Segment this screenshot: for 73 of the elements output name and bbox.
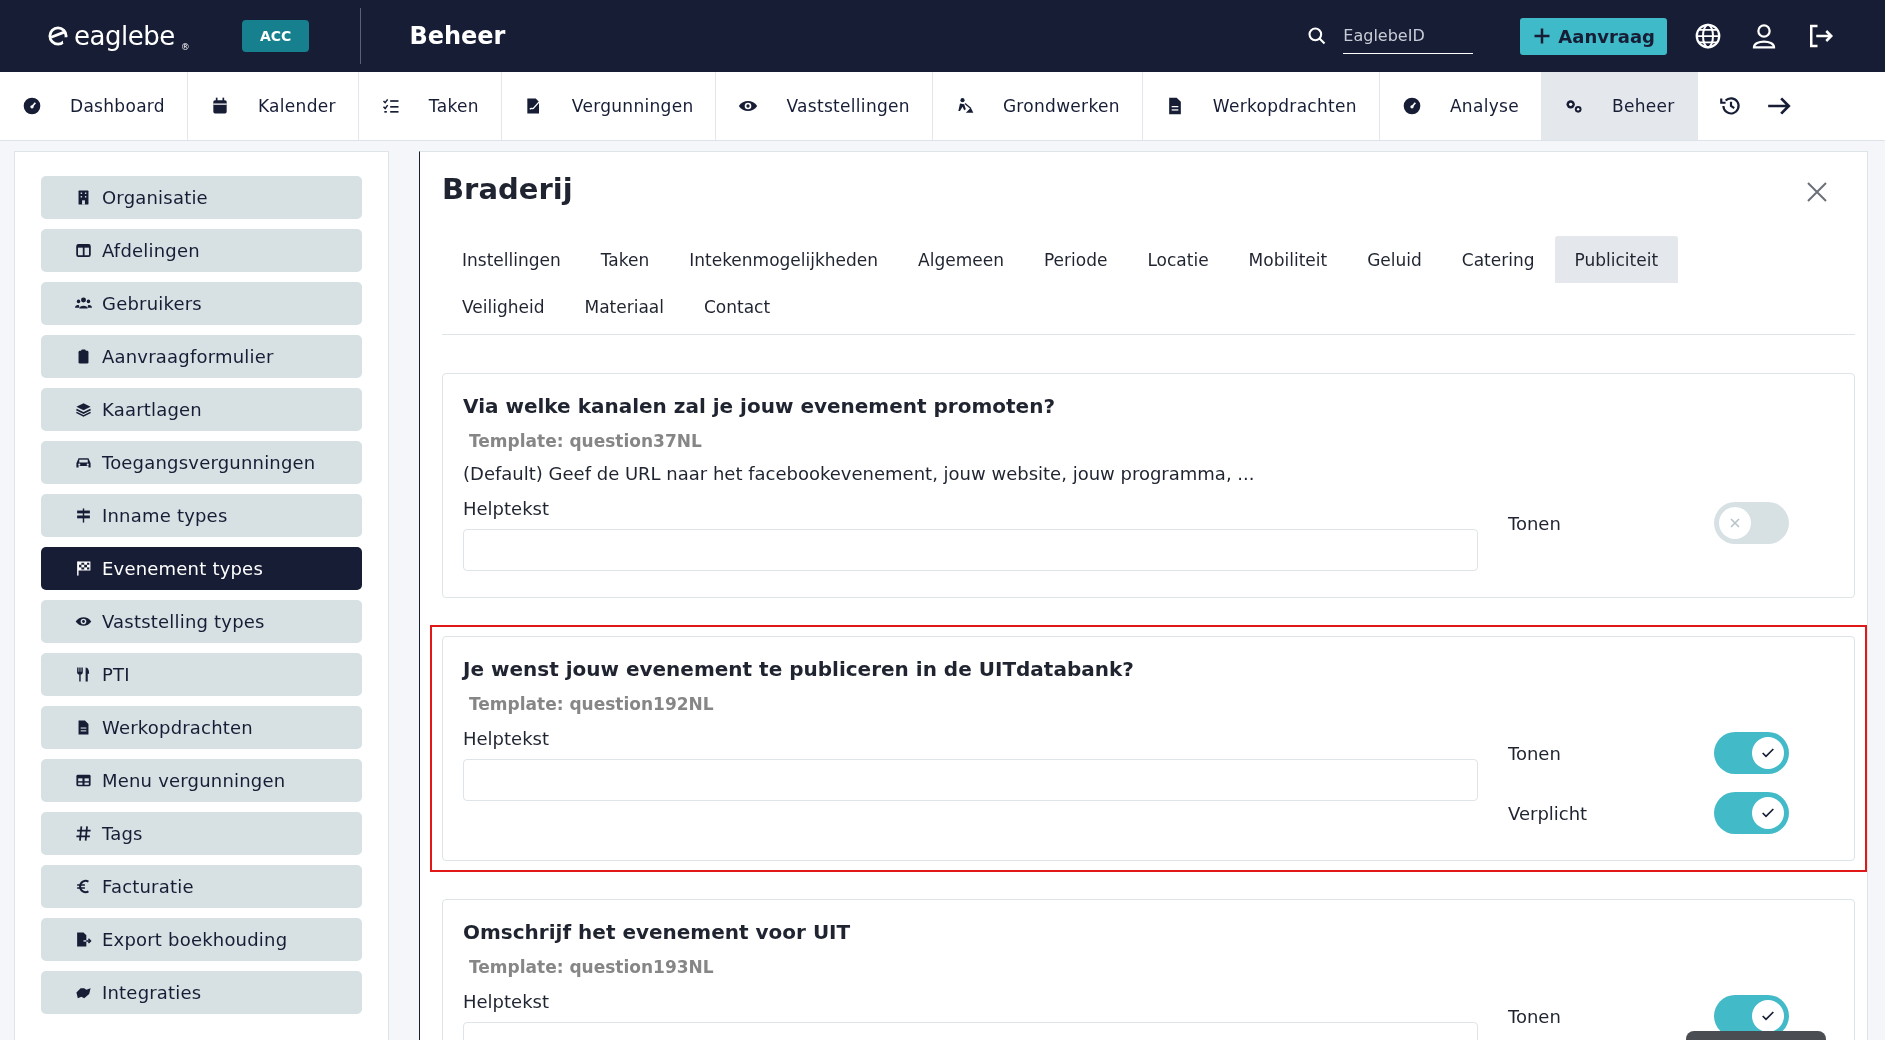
gauge-icon <box>22 96 42 116</box>
question-title: Je wenst jouw evenement te publiceren in de UITdatabank? <box>463 657 1135 681</box>
gauge-icon <box>1401 96 1422 116</box>
section-tab[interactable]: Intekenmogelijkheden <box>669 236 899 283</box>
section-tab[interactable]: Publiciteit <box>1554 236 1679 283</box>
toggle-label: Tonen <box>1508 1005 1561 1027</box>
fork-knife-icon <box>75 666 92 683</box>
page-title: Beheer <box>409 22 506 50</box>
sidebar-item[interactable]: Werkopdrachten <box>41 706 362 749</box>
toggle-label: Tonen <box>1508 742 1561 764</box>
plus-icon <box>1532 26 1553 46</box>
toggle-switch[interactable] <box>1714 732 1789 774</box>
search-icon <box>1307 26 1328 46</box>
logo-text: eaglebe <box>74 21 175 51</box>
sidebar-item[interactable]: Tags <box>41 812 362 855</box>
registered-mark: ® <box>180 42 190 52</box>
field-label: Helptekst <box>463 728 551 749</box>
sidebar-item[interactable]: Facturatie <box>41 865 362 908</box>
euro-icon <box>75 878 92 895</box>
section-tab[interactable]: Algemeen <box>898 236 1024 283</box>
checklist-icon <box>380 96 401 116</box>
sidebar-item[interactable]: Evenement types <box>41 547 362 590</box>
logo-e-icon <box>48 26 68 46</box>
section-tab[interactable]: Geluid <box>1347 236 1442 283</box>
default-text: (Default) Geef de URL naar het facebookevenement, jouw website, jouw programma, ... <box>463 463 1256 484</box>
template-name: Template: question37NL <box>469 431 703 451</box>
helptext-input[interactable] <box>463 759 1478 801</box>
template-name: Template: question193NL <box>469 957 715 977</box>
sidebar-item[interactable]: Aanvraagformulier <box>41 335 362 378</box>
sidebar-item[interactable]: Afdelingen <box>41 229 362 272</box>
sidebar-item[interactable]: Toegangsvergunningen <box>41 441 362 484</box>
hashtag-icon <box>75 825 92 842</box>
checkered-flag-icon <box>75 560 92 577</box>
section-tab[interactable]: Taken <box>580 236 670 283</box>
file-export-icon <box>75 931 92 948</box>
table-icon <box>75 772 92 789</box>
section-tab[interactable]: Mobiliteit <box>1228 236 1348 283</box>
sidebar-item[interactable]: Gebruikers <box>41 282 362 325</box>
search-field[interactable]: EaglebeID <box>1343 18 1474 54</box>
question-title: Omschrijf het evenement voor UIT <box>463 920 852 944</box>
section-tab[interactable]: Catering <box>1441 236 1555 283</box>
section-tab[interactable]: Locatie <box>1127 236 1229 283</box>
signpost-icon <box>75 507 92 524</box>
section-tab[interactable]: Contact <box>683 283 791 330</box>
section-tab[interactable]: Instellingen <box>442 236 581 283</box>
detail-title: Braderij <box>442 172 573 206</box>
sidebar-item[interactable]: PTI <box>41 653 362 696</box>
globe-icon[interactable] <box>1693 21 1723 51</box>
nav-tab[interactable]: Beheer <box>1541 72 1698 140</box>
sidebar-item[interactable]: Export boekhouding <box>41 918 362 961</box>
close-icon[interactable] <box>1805 180 1829 204</box>
columns-icon <box>75 242 92 259</box>
sidebar-item[interactable]: Kaartlagen <box>41 388 362 431</box>
sidebar-item[interactable]: Inname types <box>41 494 362 537</box>
sidebar-item[interactable]: Integraties <box>41 971 362 1014</box>
sidebar-item[interactable]: Vaststelling types <box>41 600 362 643</box>
section-tab[interactable]: Materiaal <box>564 283 684 330</box>
sidebar-item[interactable]: Menu vergunningen <box>41 759 362 802</box>
sidebar-item[interactable]: Organisatie <box>41 176 362 219</box>
toggle-switch[interactable] <box>1714 502 1789 544</box>
section-tab[interactable]: Periode <box>1023 236 1128 283</box>
question-title: Via welke kanalen zal je jouw evenement promoten? <box>463 394 1056 418</box>
field-label: Helptekst <box>463 991 551 1012</box>
template-name: Template: question192NL <box>469 694 715 714</box>
layers-icon <box>75 401 92 418</box>
environment-badge: ACC <box>242 20 310 52</box>
toggle-switch[interactable] <box>1714 792 1789 834</box>
helptext-input[interactable] <box>463 529 1478 571</box>
new-request-button[interactable]: Aanvraag <box>1520 17 1667 55</box>
section-tab[interactable]: Veiligheid <box>442 283 565 330</box>
toggle-label: Verplicht <box>1508 802 1588 824</box>
toggle-label: Tonen <box>1508 512 1561 534</box>
field-label: Helptekst <box>463 498 551 519</box>
